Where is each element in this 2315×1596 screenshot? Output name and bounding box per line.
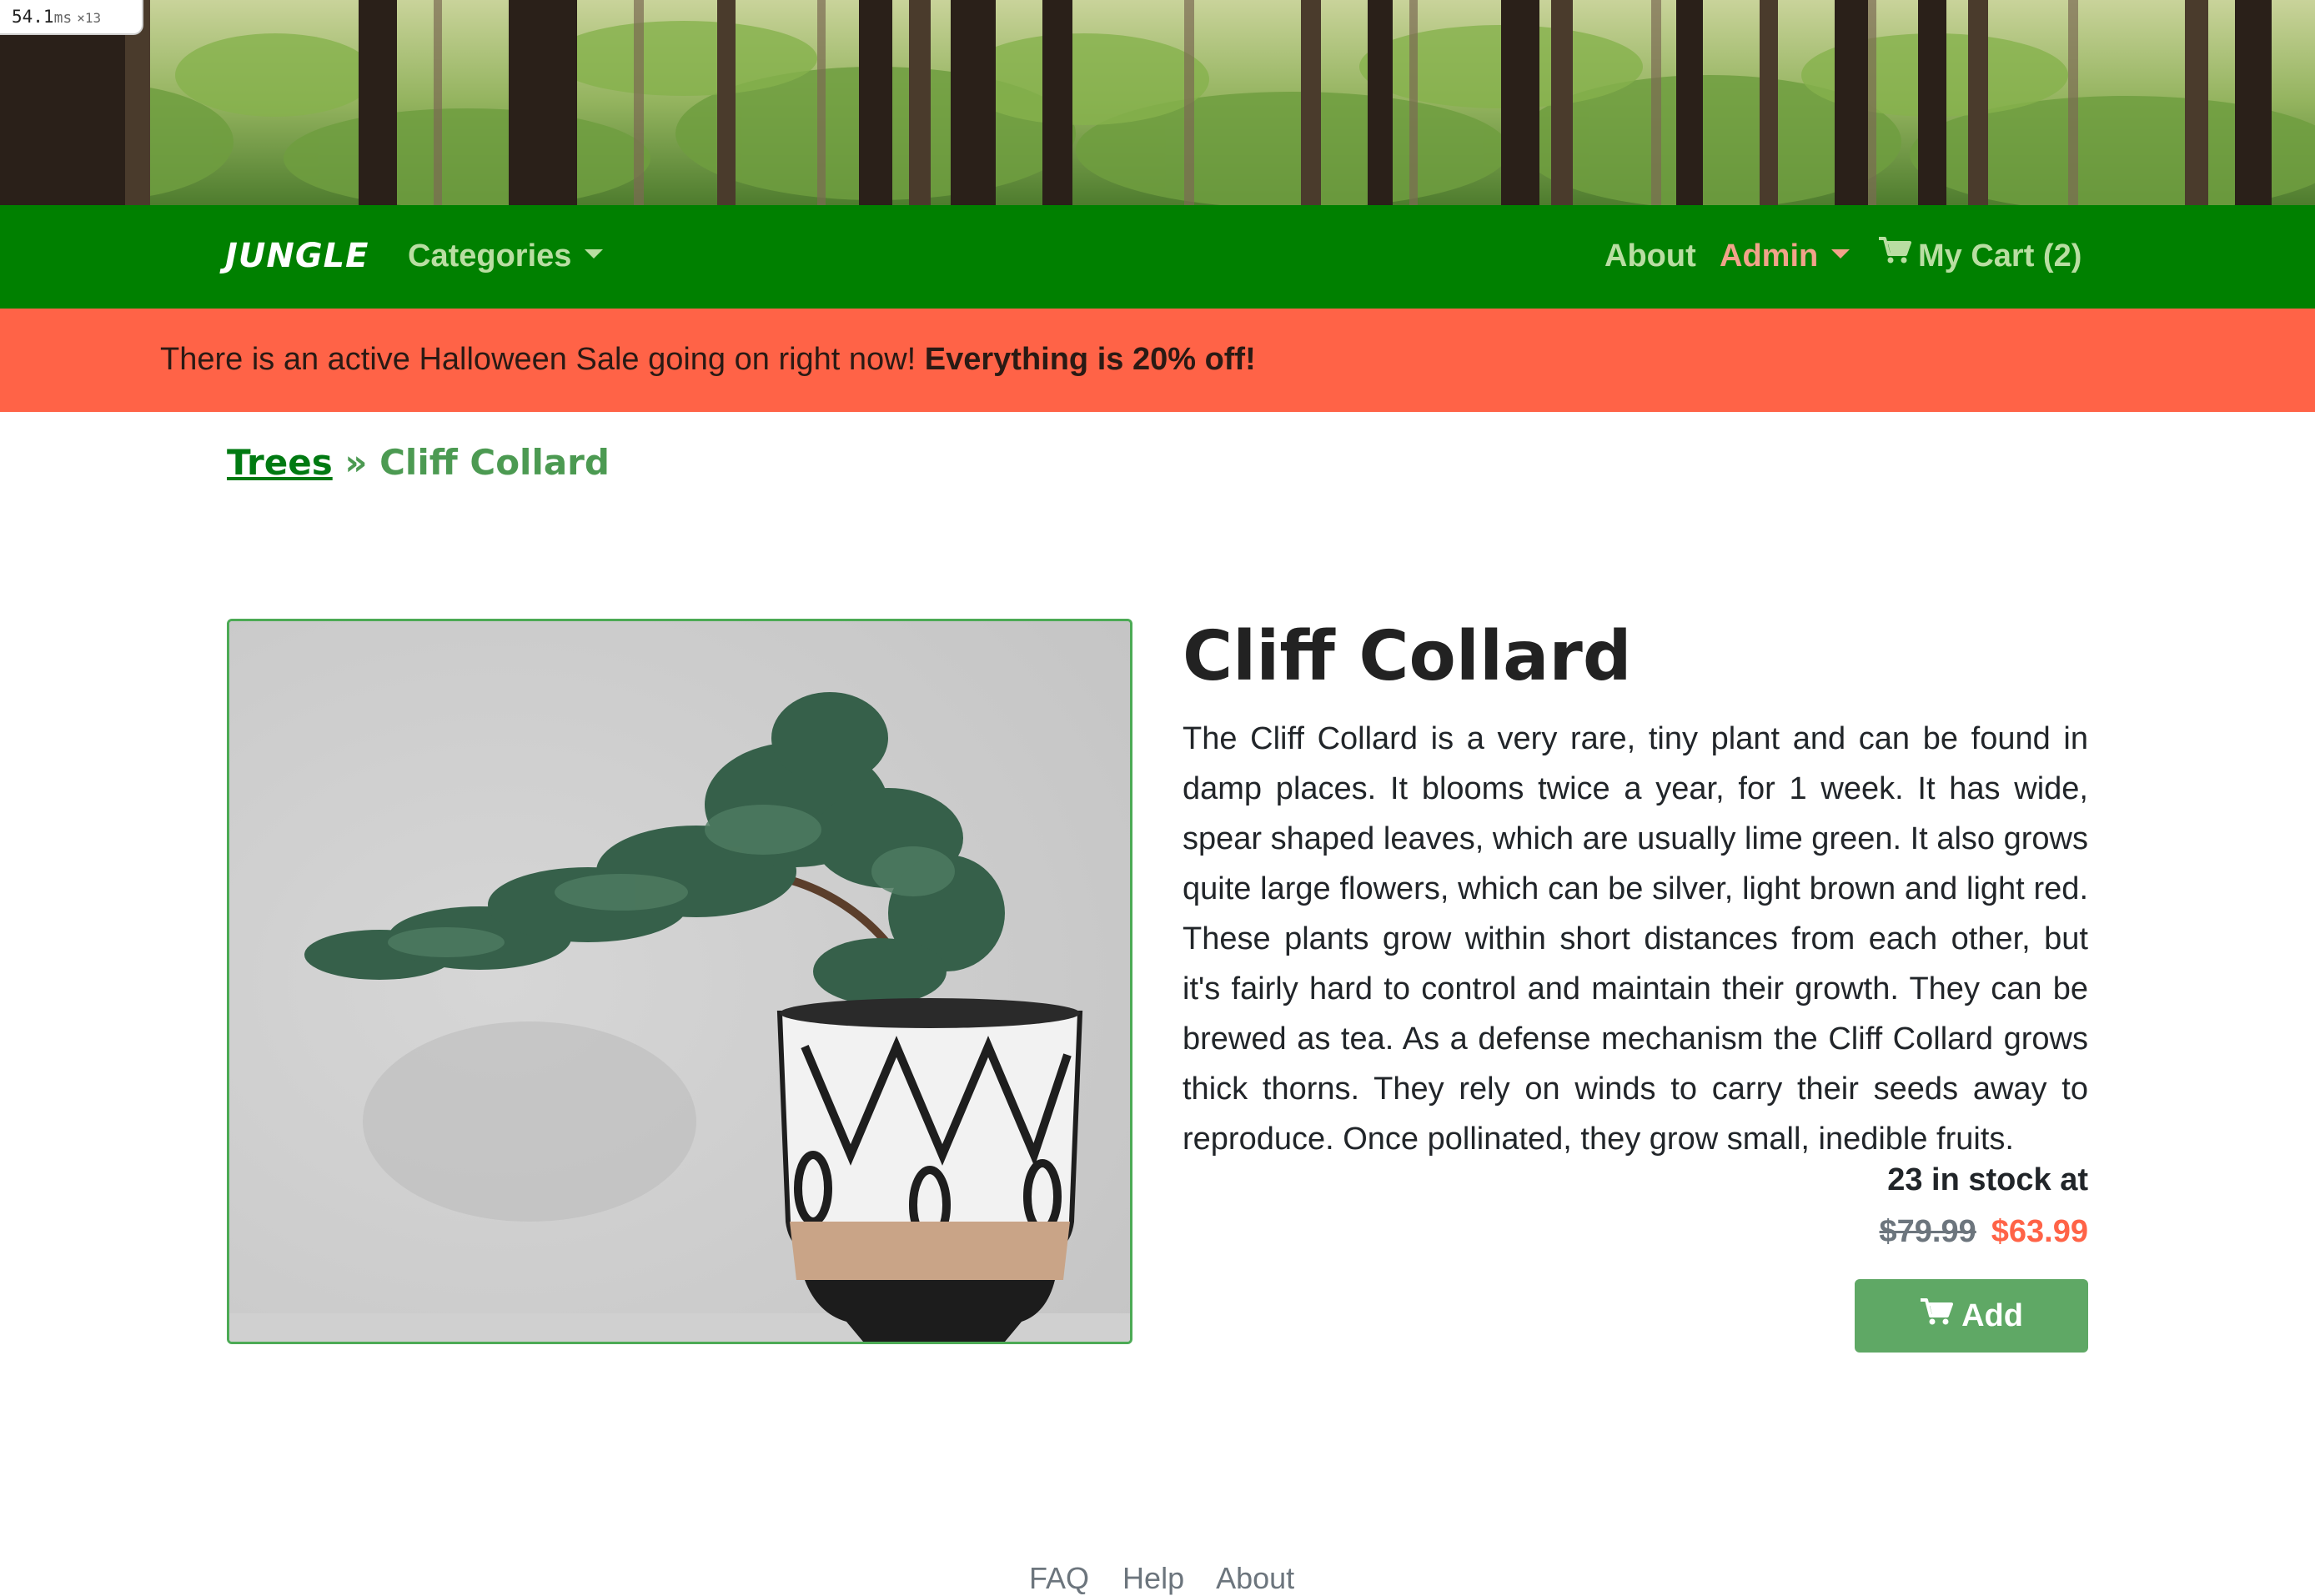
perf-value: 54.1 xyxy=(12,7,54,27)
admin-label: Admin xyxy=(1720,238,1819,274)
original-price: $79.99 xyxy=(1879,1214,1976,1249)
bonsai-in-patterned-pot-icon xyxy=(229,621,1130,1342)
product-description: The Cliff Collard is a very rare, tiny p… xyxy=(1183,721,2088,1157)
sale-price: $63.99 xyxy=(1991,1214,2088,1249)
brand-logo[interactable]: JUNGLE xyxy=(225,237,369,275)
about-link[interactable]: About xyxy=(1604,238,1696,274)
product-image xyxy=(227,619,1132,1344)
footer-links: FAQ Help About xyxy=(1029,1561,1319,1596)
forest-image xyxy=(0,0,2315,205)
price-block: $79.99 $63.99 xyxy=(1183,1214,2088,1250)
breadcrumb-current: Cliff Collard xyxy=(379,442,610,483)
perf-multiplier: ×13 xyxy=(77,10,102,26)
chevron-down-icon xyxy=(585,249,604,259)
navbar: JUNGLE Categories About Admin My Cart (2… xyxy=(0,205,2315,309)
cart-label: My Cart (2) xyxy=(1918,238,2082,274)
sale-highlight: Everything is 20% off! xyxy=(924,342,1256,377)
breadcrumb-separator: » xyxy=(344,442,368,483)
footer-link-faq[interactable]: FAQ xyxy=(1029,1561,1089,1595)
shopping-cart-icon xyxy=(1920,1297,1954,1334)
breadcrumb: Trees » Cliff Collard xyxy=(227,442,610,483)
breadcrumb-trees-link[interactable]: Trees xyxy=(227,442,333,483)
sale-message: There is an active Halloween Sale going … xyxy=(160,342,1256,378)
chevron-down-icon xyxy=(1831,249,1850,259)
sale-text: There is an active Halloween Sale going … xyxy=(160,342,916,377)
product-title: Cliff Collard xyxy=(1183,617,1632,696)
add-button-label: Add xyxy=(1961,1297,2023,1333)
footer-link-about[interactable]: About xyxy=(1216,1561,1294,1595)
perf-badge: 54.1ms ×13 xyxy=(0,0,143,35)
categories-label: Categories xyxy=(408,238,572,274)
footer-link-help[interactable]: Help xyxy=(1122,1561,1184,1595)
admin-dropdown[interactable]: Admin xyxy=(1720,238,1850,274)
shopping-cart-icon xyxy=(1878,236,1911,273)
sale-banner: There is an active Halloween Sale going … xyxy=(0,309,2315,412)
categories-dropdown[interactable]: Categories xyxy=(408,238,604,274)
perf-unit: ms xyxy=(53,9,73,27)
my-cart-link[interactable]: My Cart (2) xyxy=(1878,236,2082,276)
stock-status: 23 in stock at xyxy=(1887,1162,2088,1197)
hero-forest-banner: 54.1ms ×13 xyxy=(0,0,2315,205)
add-to-cart-button[interactable]: Add xyxy=(1855,1279,2088,1353)
